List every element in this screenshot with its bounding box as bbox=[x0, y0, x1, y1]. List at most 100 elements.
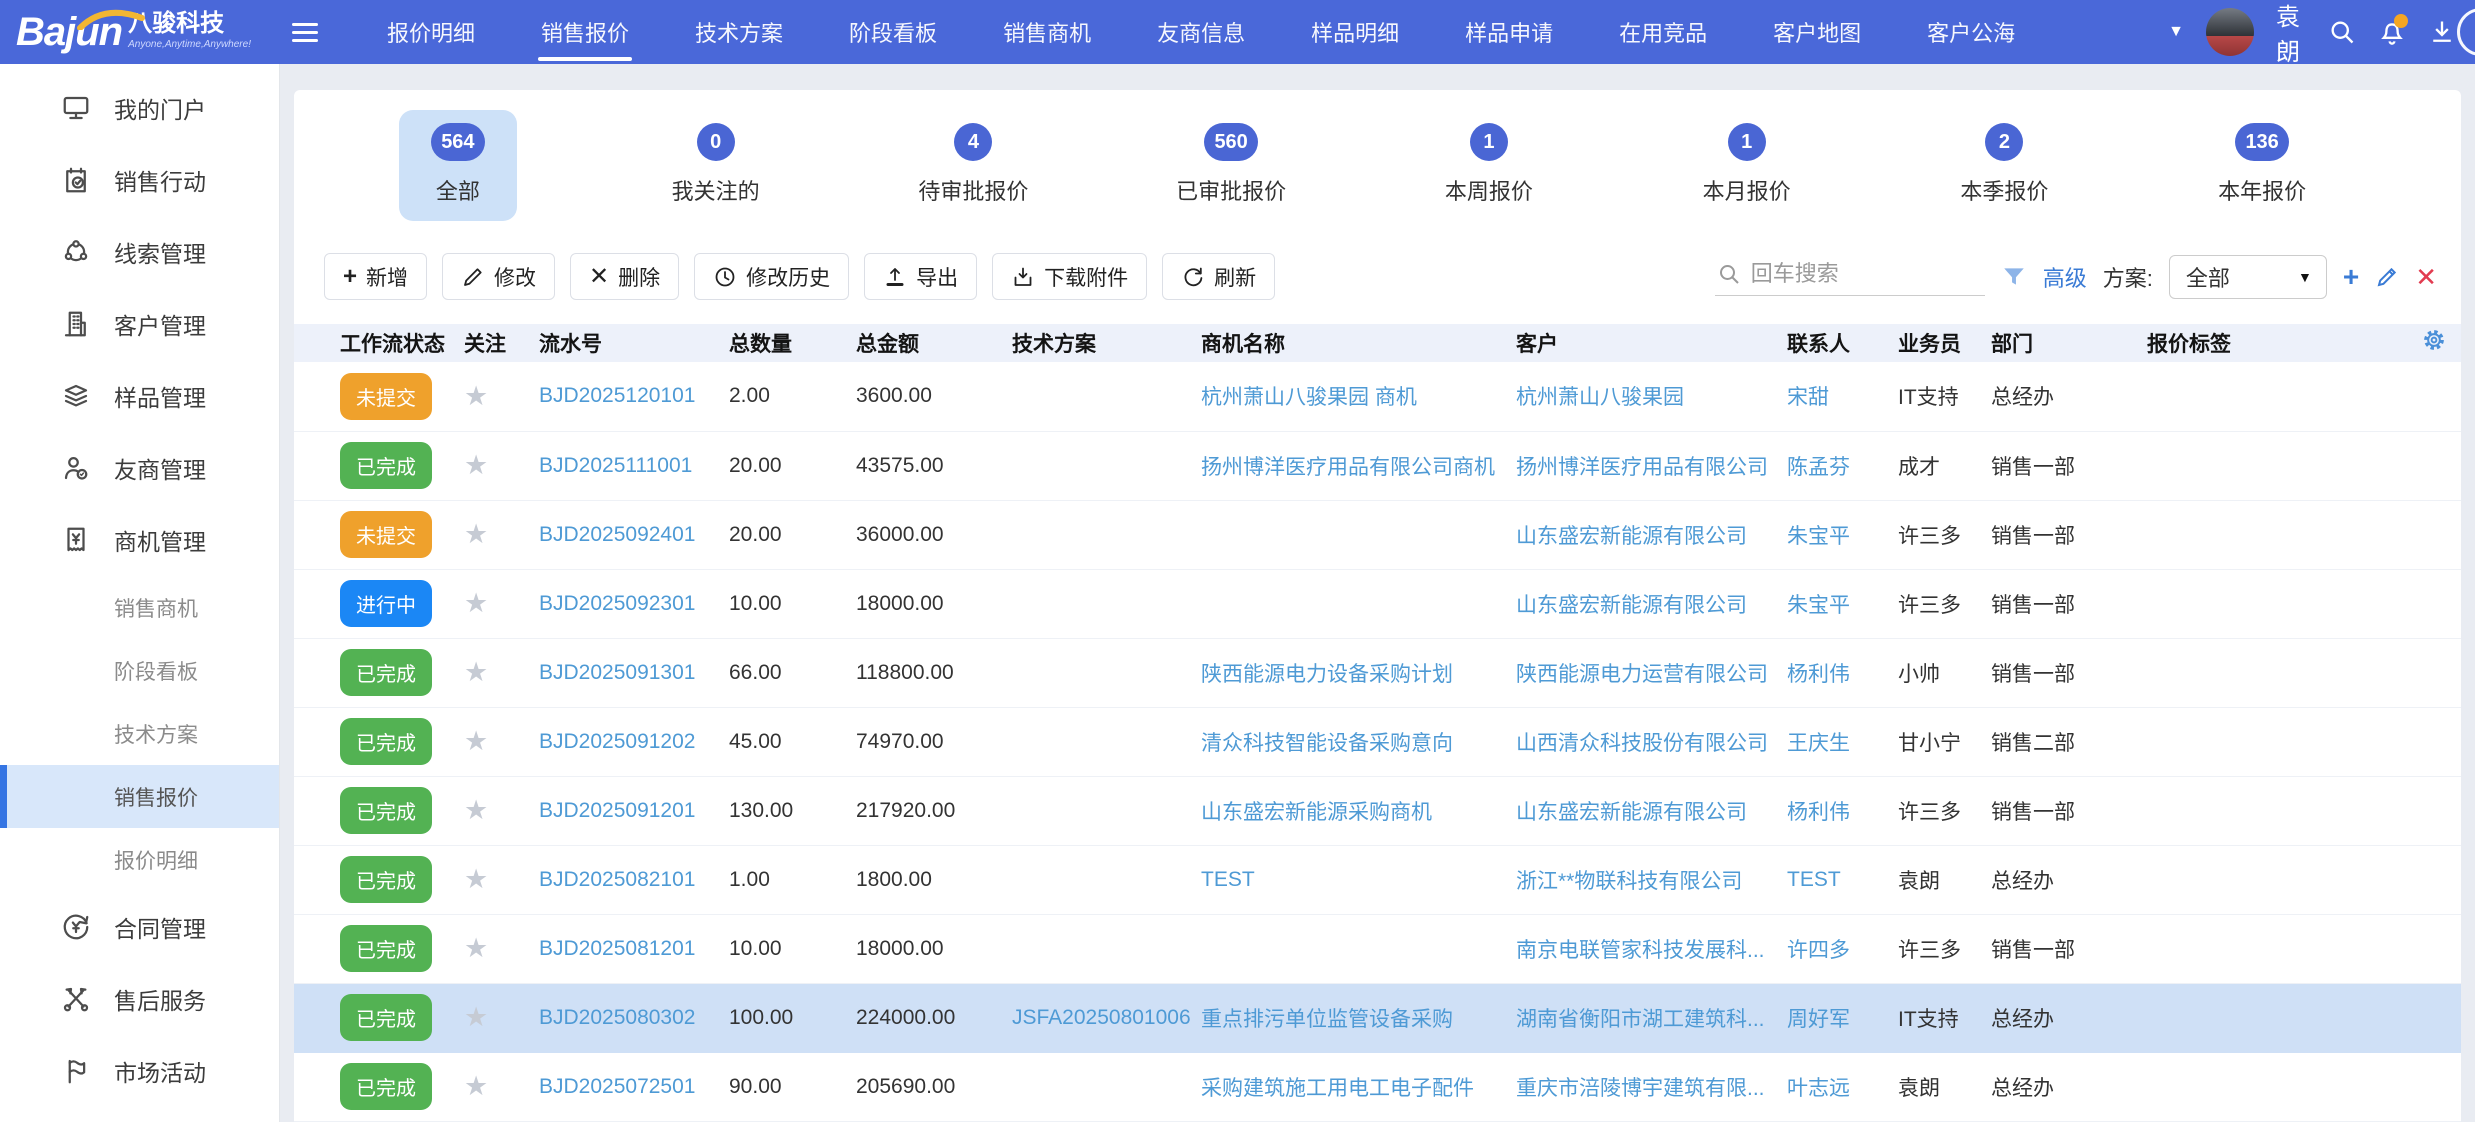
nav-sales-opportunities[interactable]: 销售商机 bbox=[970, 0, 1124, 64]
table-row[interactable]: 已完成★BJD202509130166.00118800.00陕西能源电力设备采… bbox=[294, 638, 2461, 707]
nav-sample-requests[interactable]: 样品申请 bbox=[1432, 0, 1586, 64]
col-header-opp[interactable]: 商机名称 bbox=[1201, 324, 1516, 362]
nav-quote-details[interactable]: 报价明细 bbox=[354, 0, 508, 64]
cell-serial[interactable]: BJD2025080302 bbox=[539, 1006, 695, 1029]
stat-this-year[interactable]: 136 本年报价 bbox=[2203, 110, 2321, 221]
col-header-qty[interactable]: 总数量 bbox=[729, 324, 856, 362]
delete-button[interactable]: ✕删除 bbox=[570, 253, 679, 300]
cell-contact[interactable]: 杨利伟 bbox=[1787, 801, 1850, 824]
sidebar-sub-sales-quotes[interactable]: 销售报价 bbox=[0, 765, 279, 828]
scheme-delete-button[interactable]: ✕ bbox=[2415, 264, 2437, 290]
edit-button[interactable]: 修改 bbox=[442, 253, 555, 300]
menu-toggle-icon[interactable] bbox=[292, 23, 318, 42]
cell-customer[interactable]: 扬州博洋医疗用品有限公司 bbox=[1516, 456, 1768, 479]
cell-serial[interactable]: BJD2025081201 bbox=[539, 937, 695, 960]
col-header-status[interactable]: 工作流状态 bbox=[294, 324, 464, 362]
notifications-bell-icon[interactable] bbox=[2378, 17, 2406, 47]
table-row[interactable]: 已完成★BJD202508120110.0018000.00南京电联管家科技发展… bbox=[294, 914, 2461, 983]
sidebar-sub-tech-proposals[interactable]: 技术方案 bbox=[0, 702, 279, 765]
export-button[interactable]: 导出 bbox=[864, 253, 977, 300]
cell-serial[interactable]: BJD2025120101 bbox=[539, 384, 695, 407]
cell-opp[interactable]: 清众科技智能设备采购意向 bbox=[1201, 732, 1453, 755]
cell-customer[interactable]: 杭州萧山八骏果园 bbox=[1516, 386, 1684, 409]
sidebar-opportunity-mgmt[interactable]: 商机管理 bbox=[0, 504, 279, 576]
table-row[interactable]: 进行中★BJD202509230110.0018000.00山东盛宏新能源有限公… bbox=[294, 569, 2461, 638]
cell-customer[interactable]: 山西清众科技股份有限公司 bbox=[1516, 732, 1768, 755]
cell-serial[interactable]: BJD2025091202 bbox=[539, 730, 695, 753]
table-row[interactable]: 未提交★BJD20251201012.003600.00杭州萧山八骏果园 商机杭… bbox=[294, 362, 2461, 431]
sidebar-aftersales-service[interactable]: 售后服务 bbox=[0, 963, 279, 1035]
nav-tech-proposals[interactable]: 技术方案 bbox=[662, 0, 816, 64]
stat-pending-approval[interactable]: 4 待审批报价 bbox=[915, 110, 1033, 221]
favorite-star-icon[interactable]: ★ bbox=[464, 519, 488, 549]
nav-overflow-caret-icon[interactable]: ▼ bbox=[2168, 23, 2184, 41]
cell-customer[interactable]: 山东盛宏新能源有限公司 bbox=[1516, 525, 1747, 548]
col-header-amount[interactable]: 总金额 bbox=[856, 324, 1012, 362]
cell-contact[interactable]: 杨利伟 bbox=[1787, 663, 1850, 686]
download-icon[interactable] bbox=[2428, 17, 2456, 47]
add-button[interactable]: +新增 bbox=[324, 253, 427, 300]
favorite-star-icon[interactable]: ★ bbox=[464, 1071, 488, 1101]
cell-contact[interactable]: TEST bbox=[1787, 868, 1841, 891]
stat-all[interactable]: 564 全部 bbox=[399, 110, 517, 221]
cell-customer[interactable]: 山东盛宏新能源有限公司 bbox=[1516, 594, 1747, 617]
cell-contact[interactable]: 陈孟芬 bbox=[1787, 456, 1850, 479]
cell-customer[interactable]: 重庆市涪陵博宇建筑有限... bbox=[1516, 1077, 1765, 1100]
scheme-select[interactable]: 全部 ▼ bbox=[2169, 255, 2327, 299]
stat-this-quarter[interactable]: 2 本季报价 bbox=[1946, 110, 2064, 221]
filter-funnel-icon[interactable] bbox=[2001, 264, 2027, 290]
cell-contact[interactable]: 叶志远 bbox=[1787, 1077, 1850, 1100]
cell-serial[interactable]: BJD2025082101 bbox=[539, 868, 695, 891]
cell-customer[interactable]: 南京电联管家科技发展科... bbox=[1516, 939, 1765, 962]
stat-this-week[interactable]: 1 本周报价 bbox=[1430, 110, 1548, 221]
sidebar-partner-mgmt[interactable]: 友商管理 bbox=[0, 432, 279, 504]
favorite-star-icon[interactable]: ★ bbox=[464, 726, 488, 756]
cell-serial[interactable]: BJD2025092301 bbox=[539, 592, 695, 615]
stat-this-month[interactable]: 1 本月报价 bbox=[1688, 110, 1806, 221]
cell-contact[interactable]: 周好军 bbox=[1787, 1008, 1850, 1031]
cell-opp[interactable]: 扬州博洋医疗用品有限公司商机 bbox=[1201, 456, 1495, 479]
cell-contact[interactable]: 朱宝平 bbox=[1787, 594, 1850, 617]
cell-customer[interactable]: 陕西能源电力运营有限公司 bbox=[1516, 663, 1768, 686]
sidebar-market-activities[interactable]: 市场活动 bbox=[0, 1035, 279, 1107]
table-row[interactable]: 已完成★BJD202509120245.0074970.00清众科技智能设备采购… bbox=[294, 707, 2461, 776]
col-header-tech[interactable]: 技术方案 bbox=[1012, 324, 1201, 362]
user-name[interactable]: 袁朗 bbox=[2276, 0, 2306, 64]
favorite-star-icon[interactable]: ★ bbox=[464, 1002, 488, 1032]
col-header-dept[interactable]: 部门 bbox=[1991, 324, 2147, 362]
cell-opp[interactable]: 采购建筑施工用电工电子配件 bbox=[1201, 1077, 1474, 1100]
cell-serial[interactable]: BJD2025091301 bbox=[539, 661, 695, 684]
col-header-serial[interactable]: 流水号 bbox=[539, 324, 729, 362]
col-header-contact[interactable]: 联系人 bbox=[1787, 324, 1898, 362]
col-header-tags[interactable]: 报价标签 bbox=[2147, 324, 2347, 362]
sidebar-sub-quote-details[interactable]: 报价明细 bbox=[0, 828, 279, 891]
favorite-star-icon[interactable]: ★ bbox=[464, 795, 488, 825]
sidebar-sample-mgmt[interactable]: 样品管理 bbox=[0, 360, 279, 432]
nav-partner-info[interactable]: 友商信息 bbox=[1124, 0, 1278, 64]
favorite-star-icon[interactable]: ★ bbox=[464, 450, 488, 480]
sidebar-contract-mgmt[interactable]: 合同管理 bbox=[0, 891, 279, 963]
sidebar-customer-mgmt[interactable]: 客户管理 bbox=[0, 288, 279, 360]
sidebar-sub-sales-opportunities[interactable]: 销售商机 bbox=[0, 576, 279, 639]
cell-opp[interactable]: 山东盛宏新能源采购商机 bbox=[1201, 801, 1432, 824]
cell-contact[interactable]: 王庆生 bbox=[1787, 732, 1850, 755]
search-input[interactable] bbox=[1751, 261, 1961, 287]
table-row[interactable]: 已完成★BJD202511100120.0043575.00扬州博洋医疗用品有限… bbox=[294, 431, 2461, 500]
table-row[interactable]: 已完成★BJD202507250190.00205690.00采购建筑施工用电工… bbox=[294, 1052, 2461, 1121]
table-row[interactable]: 已完成★BJD20250821011.001800.00TEST浙江**物联科技… bbox=[294, 845, 2461, 914]
favorite-star-icon[interactable]: ★ bbox=[464, 933, 488, 963]
cell-customer[interactable]: 山东盛宏新能源有限公司 bbox=[1516, 801, 1747, 824]
cell-serial[interactable]: BJD2025091201 bbox=[539, 799, 695, 822]
column-settings-gear-icon[interactable] bbox=[2421, 327, 2447, 353]
nav-customer-pool[interactable]: 客户公海 bbox=[1894, 0, 2048, 64]
cell-contact[interactable]: 宋甜 bbox=[1787, 386, 1829, 409]
cell-opp[interactable]: 陕西能源电力设备采购计划 bbox=[1201, 663, 1453, 686]
col-header-customer[interactable]: 客户 bbox=[1516, 324, 1787, 362]
stat-my-followed[interactable]: 0 我关注的 bbox=[657, 110, 775, 221]
sidebar-sales-actions[interactable]: 销售行动 bbox=[0, 144, 279, 216]
table-row[interactable]: 已完成★BJD2025091201130.00217920.00山东盛宏新能源采… bbox=[294, 776, 2461, 845]
stat-approved[interactable]: 560 已审批报价 bbox=[1172, 110, 1290, 221]
refresh-button[interactable]: 刷新 bbox=[1162, 253, 1275, 300]
table-row[interactable]: 已完成★BJD2025080302100.00224000.00JSFA2025… bbox=[294, 983, 2461, 1052]
edit-history-button[interactable]: 修改历史 bbox=[694, 253, 849, 300]
